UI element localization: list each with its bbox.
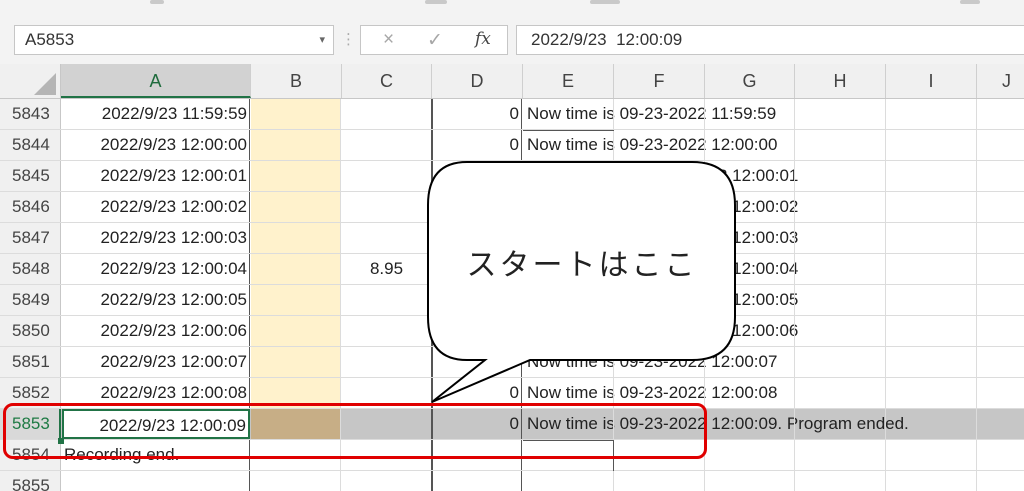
fill-handle[interactable] [58,438,64,444]
highlight-rectangle [3,403,707,459]
callout-text: スタートはここ [466,249,698,282]
